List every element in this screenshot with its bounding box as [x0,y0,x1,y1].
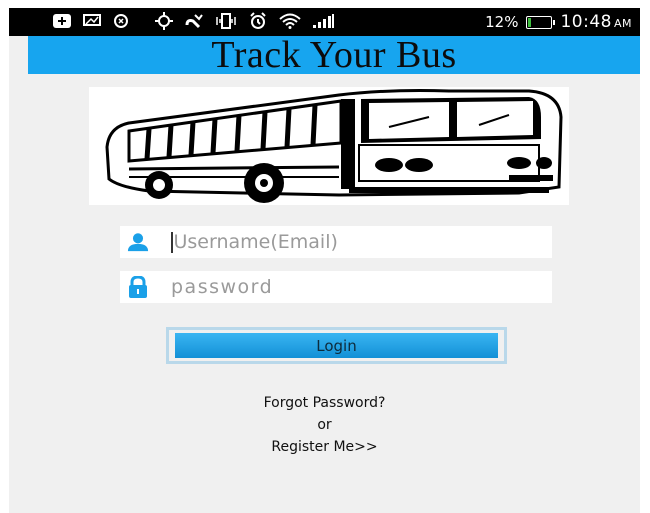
missed-call-icon [185,13,203,32]
lock-icon [127,276,149,298]
battery-percent: 12% [485,13,519,31]
sync-icon [113,13,129,32]
clock-time: 10:48 [560,12,612,32]
title-bar: Track Your Bus [28,36,640,74]
register-link[interactable]: Register Me>> [9,439,640,455]
username-field[interactable]: Username(Email) [120,226,552,258]
battery-fill [528,17,532,27]
gps-icon [155,11,173,33]
plus-icon [53,13,71,31]
phone-screen: 12% 10:48 AM Track Your Bus Username(Ema… [9,8,640,513]
forgot-password-link[interactable]: Forgot Password? [9,395,640,411]
text-cursor [171,231,173,253]
battery-icon [526,15,556,29]
user-icon [127,231,149,253]
username-placeholder: Username(Email) [173,231,338,253]
vibrate-icon [215,12,237,32]
message-icon [83,13,101,31]
password-field[interactable]: password [120,271,552,303]
wifi-icon [279,13,301,32]
signal-icon [313,13,335,31]
login-button[interactable]: Login [166,327,507,364]
or-separator: or [317,417,332,433]
bus-image [89,87,569,205]
login-button-label: Login [316,336,357,355]
app-title: Track Your Bus [211,34,457,76]
alarm-icon [249,11,267,33]
password-placeholder: password [171,276,274,298]
status-bar: 12% 10:48 AM [9,8,640,36]
clock-ampm: AM [613,17,632,30]
